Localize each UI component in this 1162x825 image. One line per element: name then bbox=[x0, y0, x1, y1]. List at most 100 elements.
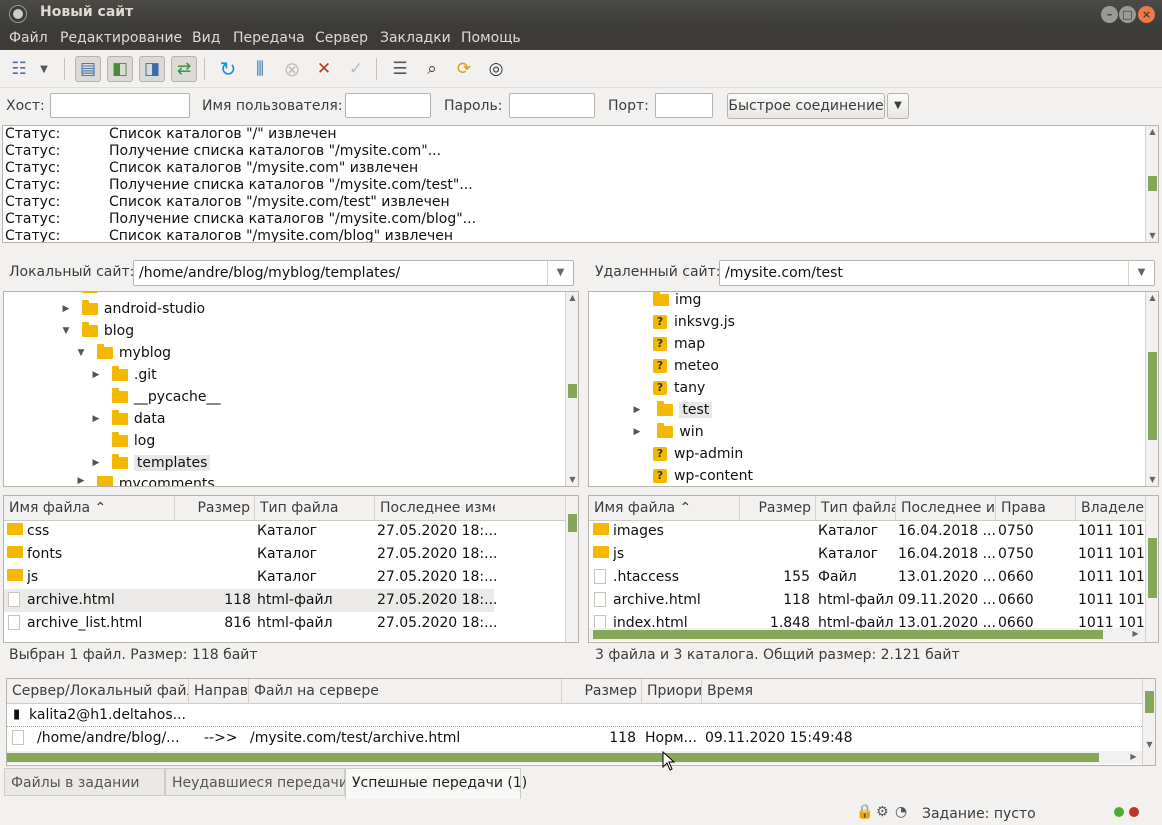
speed-limit-icon[interactable]: ◔ bbox=[895, 804, 907, 820]
expand-icon[interactable]: ▶ bbox=[630, 405, 644, 415]
process-queue-icon[interactable]: ⫼ bbox=[247, 56, 273, 82]
scroll-up-icon[interactable]: ▲ bbox=[1146, 292, 1158, 304]
remote-tree-scroll-thumb[interactable] bbox=[1148, 352, 1157, 440]
search-remote-icon[interactable]: ◎ bbox=[483, 56, 509, 82]
remote-path-combo[interactable]: /mysite.com/test ▼ bbox=[719, 260, 1155, 286]
tree-item-meteo[interactable]: ? meteo bbox=[653, 355, 719, 377]
col-remote-file[interactable]: Файл на сервере bbox=[249, 679, 562, 704]
queue-scrollbar[interactable]: ▼ bbox=[1142, 679, 1155, 765]
disconnect-icon[interactable]: ✕ bbox=[311, 56, 337, 82]
queue-item-row[interactable]: /home/andre/blog/... -->> /mysite.com/te… bbox=[7, 727, 1142, 750]
tree-item-templates[interactable]: ▶ templates bbox=[89, 452, 211, 474]
queue-hscroll-thumb[interactable] bbox=[7, 753, 1099, 762]
tree-item-test[interactable]: ▶ test bbox=[630, 399, 713, 421]
local-list-scroll-thumb[interactable] bbox=[568, 514, 577, 532]
scroll-up-icon[interactable]: ▲ bbox=[1146, 126, 1158, 138]
tree-item-pycache[interactable]: __pycache__ bbox=[89, 386, 221, 408]
tree-item-tany[interactable]: ? tany bbox=[653, 377, 705, 399]
file-row[interactable]: images Каталог 16.04.2018 ... 0750 1011 … bbox=[589, 520, 1147, 543]
local-tree[interactable]: ▶ android-studio ▼ blog ▼ myblog ▶ .git … bbox=[3, 291, 579, 487]
transfer-queue[interactable]: Сервер/Локальный файл Направ Файл на сер… bbox=[6, 678, 1156, 766]
col-type[interactable]: Тип файла bbox=[255, 496, 375, 521]
menu-view[interactable]: Вид bbox=[192, 30, 220, 46]
toggle-queue-icon[interactable]: ⇄ bbox=[171, 56, 197, 82]
tree-item-inksvg[interactable]: ? inksvg.js bbox=[653, 311, 735, 333]
tree-item-img[interactable]: img bbox=[653, 292, 701, 311]
col-local-file[interactable]: Сервер/Локальный файл bbox=[7, 679, 189, 704]
maximize-button[interactable]: □ bbox=[1119, 6, 1136, 23]
expand-icon[interactable]: ▶ bbox=[89, 370, 103, 380]
expand-icon[interactable]: ▶ bbox=[89, 414, 103, 424]
col-type[interactable]: Тип файла bbox=[816, 496, 896, 521]
expand-icon[interactable]: ▶ bbox=[89, 458, 103, 468]
col-size[interactable]: Размер bbox=[562, 679, 642, 704]
remote-list-scroll-thumb[interactable] bbox=[1148, 538, 1157, 598]
tree-item-android-studio[interactable]: ▶ android-studio bbox=[59, 298, 205, 320]
scroll-up-icon[interactable]: ▲ bbox=[566, 292, 578, 304]
cancel-icon[interactable]: ⊗ bbox=[279, 56, 305, 82]
site-manager-icon[interactable]: ☷ bbox=[6, 56, 32, 82]
file-row[interactable]: fonts Каталог 27.05.2020 18:... bbox=[4, 543, 498, 566]
menu-bookmarks[interactable]: Закладки bbox=[380, 30, 451, 46]
sync-browsing-icon[interactable]: ⟳ bbox=[451, 56, 477, 82]
scroll-down-icon[interactable]: ▼ bbox=[1146, 230, 1158, 242]
refresh-icon[interactable]: ↻ bbox=[215, 56, 241, 82]
col-permissions[interactable]: Права bbox=[996, 496, 1076, 521]
remote-path-dropdown-icon[interactable]: ▼ bbox=[1128, 261, 1154, 285]
tab-successful-transfers[interactable]: Успешные передачи (1) bbox=[345, 768, 527, 799]
local-file-list[interactable]: Имя файла ⌃ Размер Тип файла Последнее и… bbox=[3, 495, 579, 643]
scroll-down-icon[interactable]: ▼ bbox=[1146, 474, 1158, 486]
file-row[interactable]: .htaccess 155 Файл 13.01.2020 ... 0660 1… bbox=[589, 566, 1147, 589]
remote-list-scrollbar[interactable] bbox=[1145, 496, 1158, 642]
scroll-right-icon[interactable]: ▶ bbox=[1127, 751, 1140, 763]
remote-list-hscroll-thumb[interactable] bbox=[593, 630, 1103, 639]
toggle-local-tree-icon[interactable]: ◧ bbox=[107, 56, 133, 82]
menu-file[interactable]: Файл bbox=[9, 30, 48, 46]
password-input[interactable] bbox=[509, 93, 595, 118]
file-row[interactable]: index.html 1.848 html-файл 13.01.2020 ..… bbox=[589, 612, 1147, 628]
gear-icon[interactable]: ⚙ bbox=[876, 804, 889, 820]
file-row[interactable]: archive.html 118 html-файл 09.11.2020 ..… bbox=[589, 589, 1147, 612]
local-list-scrollbar[interactable] bbox=[565, 496, 578, 642]
col-filename[interactable]: Имя файла ⌃ bbox=[4, 496, 175, 521]
col-modified[interactable]: Последнее из bbox=[896, 496, 996, 521]
local-path-combo[interactable]: /home/andre/blog/myblog/templates/ ▼ bbox=[133, 260, 574, 286]
tree-item-myblog[interactable]: ▼ myblog bbox=[74, 342, 171, 364]
log-scroll-thumb[interactable] bbox=[1148, 176, 1157, 191]
tree-item-wp-admin[interactable]: ? wp-admin bbox=[653, 443, 743, 465]
remote-list-hscrollbar[interactable]: ▶ bbox=[589, 628, 1145, 641]
toggle-log-icon[interactable]: ▤ bbox=[75, 56, 101, 82]
file-row[interactable]: css Каталог 27.05.2020 18:... bbox=[4, 520, 498, 543]
host-input[interactable] bbox=[50, 93, 190, 118]
col-size[interactable]: Размер bbox=[175, 496, 255, 521]
file-row[interactable]: js Каталог 16.04.2018 ... 0750 1011 1011 bbox=[589, 543, 1147, 566]
queue-hscrollbar[interactable]: ▶ bbox=[7, 751, 1142, 764]
scroll-right-icon[interactable]: ▶ bbox=[1129, 628, 1142, 640]
collapse-icon[interactable]: ▼ bbox=[59, 326, 73, 336]
tree-item-blog[interactable]: ▼ blog bbox=[59, 320, 134, 342]
reconnect-icon[interactable]: ✓ bbox=[343, 56, 369, 82]
log-scrollbar[interactable]: ▲ ▼ bbox=[1145, 126, 1158, 242]
tree-item-map[interactable]: ? map bbox=[653, 333, 705, 355]
menu-server[interactable]: Сервер bbox=[315, 30, 368, 46]
queue-scroll-thumb[interactable] bbox=[1145, 691, 1154, 713]
user-input[interactable] bbox=[345, 93, 431, 118]
queue-server-row[interactable]: ▮ kalita2@h1.deltahos... bbox=[7, 704, 1142, 727]
file-row-selected[interactable]: archive.html 118 html-файл 27.05.2020 18… bbox=[4, 589, 498, 612]
tab-failed-transfers[interactable]: Неудавшиеся передачи bbox=[165, 768, 348, 796]
quickconnect-dropdown-icon[interactable]: ▼ bbox=[887, 93, 909, 119]
file-row[interactable]: archive_list.html 816 html-файл 27.05.20… bbox=[4, 612, 498, 635]
scroll-down-icon[interactable]: ▼ bbox=[566, 474, 578, 486]
quickconnect-button[interactable]: Быстрое соединение bbox=[727, 93, 885, 119]
col-priority[interactable]: Приори bbox=[642, 679, 702, 704]
directory-listing-filter-icon[interactable]: ☰ bbox=[387, 56, 413, 82]
toggle-remote-tree-icon[interactable]: ◨ bbox=[139, 56, 165, 82]
tree-item-wp-content[interactable]: ? wp-content bbox=[653, 465, 753, 486]
port-input[interactable] bbox=[655, 93, 713, 118]
tree-item-data[interactable]: ▶ data bbox=[89, 408, 165, 430]
remote-file-list[interactable]: Имя файла ⌃ Размер Тип файла Последнее и… bbox=[588, 495, 1159, 643]
expand-icon[interactable]: ▶ bbox=[630, 427, 644, 437]
message-log[interactable]: Статус: Список каталогов "/" извлечен Ста… bbox=[2, 125, 1159, 243]
menu-transfer[interactable]: Передача bbox=[233, 30, 305, 46]
directory-compare-icon[interactable]: ⌕ bbox=[419, 56, 445, 82]
